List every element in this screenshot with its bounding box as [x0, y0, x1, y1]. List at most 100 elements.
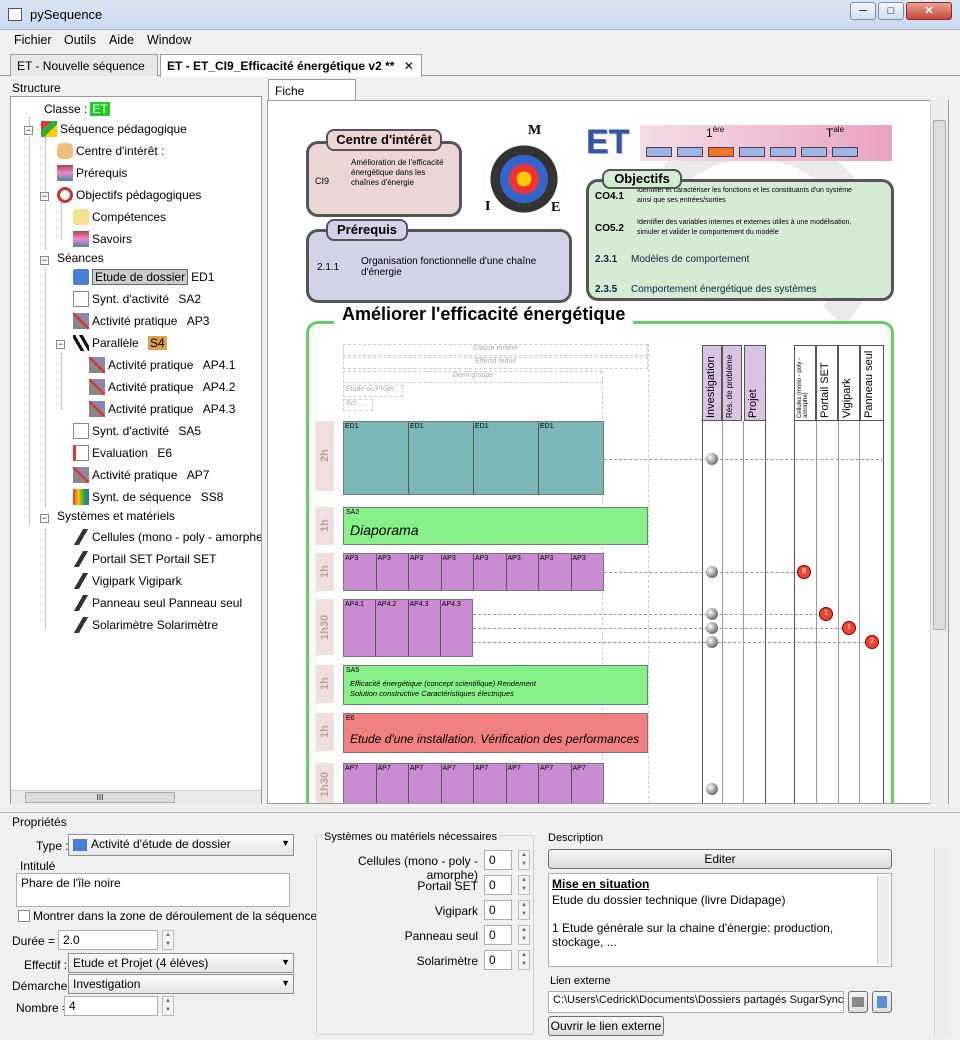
- session-ap4[interactable]: AP4.1 AP4.2 AP4.3 AP4.3: [343, 599, 473, 657]
- ci-code: CI9: [315, 176, 330, 186]
- tree-systeme-cellules[interactable]: Cellules (mono - poly - amorphe): [73, 529, 261, 545]
- tab-close-icon[interactable]: ✕: [404, 59, 414, 73]
- col-res-probleme: Rés. de problème: [722, 345, 742, 421]
- chevron-down-icon: ▼: [281, 978, 290, 988]
- tree-seance-sa2[interactable]: Synt. d'activité SA2: [73, 291, 201, 307]
- menu-outils[interactable]: Outils: [64, 33, 96, 47]
- duration-tab: 2h: [316, 421, 334, 491]
- file-icon: [877, 996, 887, 1008]
- marker-count: 8: [797, 565, 811, 579]
- ouvrir-lien-button[interactable]: Ouvrir le lien externe: [548, 1016, 664, 1036]
- tree-systeme-vigipark[interactable]: Vigipark Vigipark: [73, 573, 182, 589]
- menu-fichier[interactable]: Fichier: [14, 33, 52, 47]
- demarche-select[interactable]: Investigation ▼: [68, 974, 294, 994]
- tools-icon: [89, 379, 105, 395]
- collapse-icon[interactable]: −: [40, 256, 49, 265]
- nombre-spinner[interactable]: ▲ ▼: [162, 996, 174, 1016]
- file-browse-button[interactable]: [872, 991, 892, 1013]
- collapse-icon[interactable]: −: [40, 514, 49, 523]
- target-icon: [57, 187, 73, 203]
- menu-aide[interactable]: Aide: [109, 33, 134, 47]
- close-button[interactable]: ✕: [906, 2, 952, 20]
- sys-spinner[interactable]: ▲ ▼: [518, 900, 530, 920]
- tree-systeme-solarimetre[interactable]: Solarimètre Solarimètre: [73, 617, 218, 633]
- sys-spinner[interactable]: ▲ ▼: [518, 875, 530, 895]
- system-icon: [73, 573, 89, 589]
- description-text[interactable]: Mise en situation Etude du dossier techn…: [548, 873, 892, 967]
- effectif-select[interactable]: Etude et Projet (4 élèves) ▼: [68, 953, 294, 973]
- session-sa2[interactable]: SA2 Diaporama: [343, 507, 648, 545]
- sys-panneau-field[interactable]: 0: [484, 925, 512, 945]
- tab-active-sequence[interactable]: ET - ET_CI9_Efficacité énergétique v2 **…: [160, 54, 422, 77]
- tree-seance-ap43[interactable]: Activité pratique AP4.3: [89, 401, 235, 417]
- sys-cellules-field[interactable]: 0: [484, 850, 512, 870]
- folder-browse-button[interactable]: [848, 991, 868, 1013]
- session-ap3[interactable]: AP3 AP3 AP3 AP3 AP3 AP3 AP3 AP3: [343, 553, 604, 591]
- collapse-icon[interactable]: −: [40, 192, 49, 201]
- session-ed1[interactable]: ED1 ED1 ED1 ED1: [343, 421, 604, 495]
- tree-seance-ap42[interactable]: Activité pratique AP4.2: [89, 379, 235, 395]
- tree-seance-e6[interactable]: Evaluation E6: [73, 445, 172, 461]
- structure-hscrollbar[interactable]: III: [11, 790, 261, 804]
- fiche-vscrollbar[interactable]: [930, 100, 948, 804]
- tree-centre-interet[interactable]: Centre d'intérêt :: [57, 143, 164, 159]
- tree-seance-ap41[interactable]: Activité pratique AP4.1: [89, 357, 235, 373]
- books-icon: [57, 165, 73, 181]
- session-sa5[interactable]: SA5 Efficacité énergétique (concept scie…: [343, 665, 648, 705]
- session-e6[interactable]: E6 Etude d'une installation. Vérificatio…: [343, 713, 648, 753]
- session-ap7[interactable]: AP7 AP7 AP7 AP7 AP7 AP7 AP7 AP7: [343, 763, 604, 803]
- lien-externe-field[interactable]: C:\Users\Cedrick\Documents\Dossiers part…: [548, 991, 844, 1013]
- sys-spinner[interactable]: ▲ ▼: [518, 850, 530, 870]
- duree-field[interactable]: 2.0: [58, 930, 158, 950]
- tree-seances[interactable]: Séances: [57, 251, 104, 265]
- tree-prerequis[interactable]: Prérequis: [57, 165, 127, 181]
- sys-spinner[interactable]: ▲ ▼: [518, 950, 530, 970]
- system-icon: [73, 551, 89, 567]
- tree-seance-ss8[interactable]: Synt. de séquence SS8: [73, 489, 223, 505]
- montrer-checkbox[interactable]: [18, 910, 30, 922]
- maximize-button[interactable]: □: [878, 2, 904, 20]
- tree-sequence[interactable]: Séquence pédagogique: [41, 121, 187, 137]
- classe-badge: ET: [90, 102, 110, 116]
- nombre-field[interactable]: 4: [64, 996, 158, 1016]
- tree-classe[interactable]: Classe : ET: [44, 102, 110, 116]
- document-pen-icon: [73, 423, 89, 439]
- tree-objectifs[interactable]: Objectifs pédagogiques: [57, 187, 201, 203]
- tab-label: ET - ET_CI9_Efficacité énergétique v2 **: [167, 59, 395, 73]
- system-icon: [73, 595, 89, 611]
- duree-spinner[interactable]: ▲ ▼: [162, 930, 174, 950]
- books-icon: [73, 231, 89, 247]
- sys-vigipark-field[interactable]: 0: [484, 900, 512, 920]
- tree-seance-ap3[interactable]: Activité pratique AP3: [73, 313, 209, 329]
- sys-portail-field[interactable]: 0: [484, 875, 512, 895]
- minimize-button[interactable]: ─: [850, 2, 876, 20]
- sys-solarimetre-field[interactable]: 0: [484, 950, 512, 970]
- description-scrollbar[interactable]: [877, 876, 889, 964]
- properties-scrollbar[interactable]: [934, 847, 950, 1037]
- tree-seance-sa5[interactable]: Synt. d'activité SA5: [73, 423, 201, 439]
- tree-seance-ed1[interactable]: Etude de dossier ED1: [73, 269, 214, 285]
- properties-panel: Propriétés Type : Activité d'étude de do…: [0, 812, 960, 1040]
- menu-window[interactable]: Window: [147, 33, 191, 47]
- structure-tree: Classe : ET − Séquence pédagogique Centre…: [10, 96, 262, 804]
- tree-seance-ap7[interactable]: Activité pratique AP7: [73, 467, 209, 483]
- tree-competences[interactable]: Compétences: [73, 209, 166, 225]
- scroll-thumb[interactable]: III: [25, 792, 175, 803]
- intitule-field[interactable]: Phare de l'île noire: [16, 873, 290, 907]
- collapse-icon[interactable]: −: [24, 126, 33, 135]
- sys-spinner[interactable]: ▲ ▼: [518, 925, 530, 945]
- tree-seance-s4[interactable]: Parallèle S4: [73, 335, 167, 351]
- scroll-thumb[interactable]: [933, 120, 946, 630]
- tree-systemes[interactable]: Systèmes et matériels: [57, 509, 175, 523]
- tab-nouvelle-sequence[interactable]: ET - Nouvelle séquence: [10, 54, 158, 76]
- col-investigation: Investigation: [702, 345, 722, 421]
- tree-systeme-portail[interactable]: Portail SET Portail SET: [73, 551, 217, 567]
- ci-box: CI9 Amélioration de l'efficacité énergét…: [306, 141, 462, 217]
- tree-savoirs[interactable]: Savoirs: [73, 231, 132, 247]
- collapse-icon[interactable]: −: [56, 340, 65, 349]
- type-select[interactable]: Activité d'étude de dossier ▼: [68, 834, 294, 856]
- tree-systeme-panneau[interactable]: Panneau seul Panneau seul: [73, 595, 242, 611]
- tab-fiche-sequence[interactable]: Fiche Séquence: [268, 79, 356, 112]
- ci-text: Amélioration de l'efficacité énergétique…: [351, 158, 444, 187]
- editer-button[interactable]: Editer: [548, 849, 892, 869]
